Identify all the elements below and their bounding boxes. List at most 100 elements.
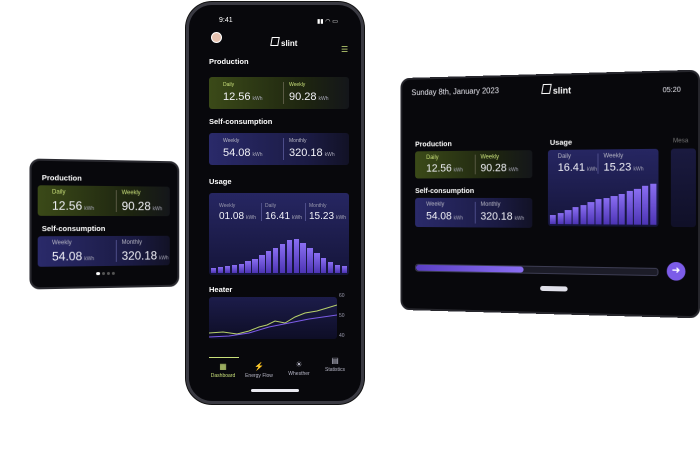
usage-bar <box>642 185 649 225</box>
production-card: Daily 12.56 kWh Weekly 90.28 kWh <box>209 77 349 109</box>
home-indicator[interactable] <box>251 389 299 392</box>
daily-label: Daily <box>51 189 66 196</box>
status-time: 9:41 <box>219 17 233 24</box>
usage-bar-chart <box>211 231 347 273</box>
logo-icon <box>541 83 552 95</box>
daily-label: Daily <box>426 155 439 161</box>
self-consumption-title: Self-consumption <box>415 186 475 195</box>
phone: 9:41 ▮▮ ◠ ▭ slint ☰ Production Daily 12.… <box>186 2 364 404</box>
battery-icon: ▭ <box>332 19 338 25</box>
home-indicator[interactable] <box>540 285 568 292</box>
usage-bar <box>587 202 595 225</box>
nav-weather[interactable]: ☀ Whesther <box>279 361 319 378</box>
divider <box>115 239 117 262</box>
daily-value: 12.56 kWh <box>426 162 464 175</box>
daily-value: 16.41 kWh <box>557 161 598 174</box>
production-title: Production <box>41 173 82 183</box>
lightning-icon: ⚡ <box>254 362 264 371</box>
heater-title: Heater <box>209 285 233 294</box>
daily-value: 12.56 kWh <box>223 91 263 103</box>
production-title: Production <box>415 139 452 149</box>
heater-chart <box>209 297 337 339</box>
production-card: Daily 12.56 kWh Weekly 90.28 kWh <box>415 150 533 179</box>
usage-bar <box>314 252 320 273</box>
usage-v1-value: 01.08 kWh <box>219 211 257 222</box>
usage-bar <box>610 195 618 225</box>
usage-bar <box>224 266 231 273</box>
page-dot[interactable] <box>102 272 106 276</box>
usage-card: Daily 16.41 kWh Weekly 15.23 kWh <box>547 148 659 227</box>
usage-card: Weekly 01.08 kWh Daily 16.41 kWh Monthly 1… <box>209 193 349 275</box>
weekly-label: Weekly <box>603 153 624 160</box>
divider <box>474 201 476 224</box>
monthly-value: 320.18 kWh <box>289 147 335 159</box>
usage-bar <box>238 263 244 273</box>
progress-fill <box>416 264 524 273</box>
left-tablet: Production Daily 12.56 kWh Weekly 90.28 kW… <box>29 158 180 290</box>
usage-bar <box>549 215 556 225</box>
monthly-label: Monthly <box>121 239 143 246</box>
usage-v3-value: 15.23 kWh <box>309 211 347 222</box>
page-indicator[interactable] <box>96 271 120 276</box>
production-card: Daily 12.56 kWh Weekly 90.28 kWh <box>37 185 170 217</box>
self-consumption-card: Weekly 54.08 kWh Monthly 320.18 kWh <box>415 197 533 228</box>
daily-label: Daily <box>223 82 235 88</box>
usage-v2-label: Daily <box>265 203 277 209</box>
usage-bar <box>307 247 313 273</box>
divider <box>474 154 476 175</box>
divider <box>597 153 599 174</box>
weekly-value: 54.08 kWh <box>426 210 464 223</box>
weekly-value: 90.28 kWh <box>480 162 519 175</box>
usage-bar <box>245 261 251 273</box>
weekly-label: Weekly <box>289 82 306 88</box>
next-card-label: Mesa <box>672 138 689 145</box>
weekly-label: Weekly <box>426 201 445 208</box>
usage-bar <box>650 183 657 225</box>
weekly-label: Weekly <box>223 138 240 144</box>
self-consumption-card: Weekly 54.08 kWh Monthly 320.18 kWh <box>209 133 349 165</box>
usage-bar <box>327 262 334 273</box>
divider <box>283 82 284 104</box>
usage-bar <box>300 242 306 273</box>
usage-bar <box>231 265 237 273</box>
divider <box>283 138 284 160</box>
page-dot-active[interactable] <box>96 272 101 276</box>
usage-bar <box>341 266 347 273</box>
weekly-value: 15.23 kWh <box>603 161 644 174</box>
divider <box>115 190 117 213</box>
divider <box>305 203 306 221</box>
usage-bar <box>252 258 258 273</box>
usage-bar <box>603 197 610 225</box>
usage-bar <box>293 239 299 273</box>
statistics-icon: ▤ <box>331 356 339 365</box>
self-consumption-title: Self-consumption <box>209 117 273 126</box>
next-card-peek <box>670 148 696 228</box>
weekly-value: 90.28 kWh <box>121 199 163 214</box>
dashboard-icon: ▦ <box>219 362 227 371</box>
nav-dashboard[interactable]: ▦ Dashboard <box>203 362 243 380</box>
avatar[interactable] <box>211 32 222 43</box>
progress-track[interactable] <box>415 263 659 277</box>
nav-statistics[interactable]: ▤ Statistics <box>315 356 355 374</box>
wifi-icon: ◠ <box>325 19 331 25</box>
usage-bar <box>634 188 641 225</box>
usage-bar <box>564 209 572 225</box>
usage-bar <box>618 194 625 225</box>
monthly-value: 320.18 kWh <box>480 210 525 223</box>
heater-series-purple <box>209 314 337 338</box>
settings-icon[interactable]: ☰ <box>341 45 348 54</box>
usage-v3-label: Monthly <box>309 203 327 209</box>
heater-axis-50: 50 <box>339 313 345 319</box>
page-dot[interactable] <box>106 271 110 275</box>
heater-axis-40: 40 <box>339 333 345 339</box>
app-logo: slint <box>541 83 571 96</box>
usage-bar <box>626 191 633 225</box>
usage-v2-value: 16.41 kWh <box>265 211 303 222</box>
next-button[interactable]: ➜ <box>666 261 686 281</box>
page-dot[interactable] <box>111 271 115 275</box>
signal-icon: ▮▮ <box>317 19 324 25</box>
status-icons: ▮▮ ◠ ▭ <box>317 18 338 25</box>
monthly-label: Monthly <box>289 138 307 144</box>
usage-bar <box>286 240 292 273</box>
nav-energy-flow[interactable]: ⚡ Energy Flow <box>239 362 279 380</box>
